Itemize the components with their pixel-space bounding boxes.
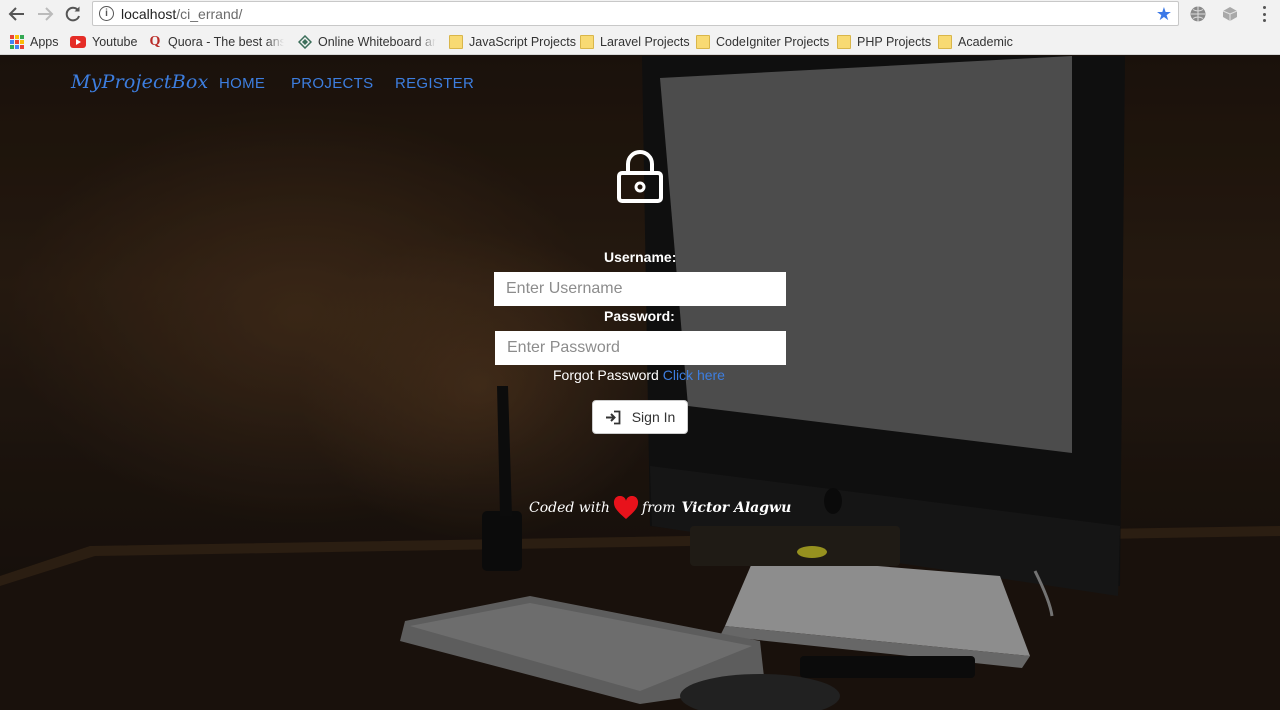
- quora-icon: Q: [149, 33, 161, 49]
- bookmark-label: Apps: [30, 34, 59, 49]
- forgot-password-text: Forgot Password: [553, 367, 659, 383]
- extension-cube-icon[interactable]: [1221, 5, 1239, 23]
- credit-author: Victor Alagwu: [681, 500, 792, 516]
- login-page: MyProjectBox HOME PROJECTS REGISTER User…: [0, 56, 1280, 710]
- sign-in-label: Sign In: [631, 409, 676, 425]
- credit-middle: from: [641, 500, 676, 516]
- folder-icon: [696, 34, 710, 49]
- bookmarks-bar: Apps Youtube Q Quora - The best answ Onl…: [0, 28, 1280, 55]
- folder-icon: [580, 34, 594, 49]
- back-button[interactable]: [6, 3, 28, 25]
- forward-arrow-icon: [38, 7, 54, 21]
- bookmark-label: Laravel Projects: [600, 34, 690, 49]
- bookmark-label: Academic: [958, 34, 1013, 49]
- url-path: /ci_errand/: [176, 6, 243, 22]
- forward-button[interactable]: [34, 3, 56, 25]
- nav-home-link[interactable]: HOME: [219, 75, 265, 92]
- apps-icon: [10, 34, 24, 49]
- username-input[interactable]: [494, 272, 786, 306]
- credit-prefix: Coded with: [529, 500, 610, 516]
- bookmark-label: CodeIgniter Projects: [716, 34, 830, 49]
- bookmark-star-icon[interactable]: ★: [1156, 4, 1172, 24]
- bookmark-label: Youtube: [92, 34, 138, 49]
- folder-icon: [938, 34, 952, 49]
- bookmark-label: JavaScript Projects: [469, 34, 576, 49]
- bookmark-label: Online Whiteboard an: [318, 34, 436, 49]
- sign-in-icon: [605, 410, 621, 424]
- address-bar[interactable]: i localhost/ci_errand/ ★: [92, 1, 1179, 26]
- sign-in-button[interactable]: Sign In: [592, 400, 688, 434]
- bookmark-label: Quora - The best answ: [168, 34, 284, 49]
- bookmark-whiteboard[interactable]: Online Whiteboard an: [298, 33, 436, 50]
- url-text: localhost/ci_errand/: [121, 6, 242, 22]
- extension-globe-icon[interactable]: [1189, 5, 1207, 23]
- forgot-password-row: Forgot Password Click here: [553, 367, 725, 383]
- bookmark-folder-codeigniter[interactable]: CodeIgniter Projects: [696, 33, 829, 50]
- nav-projects-link[interactable]: PROJECTS: [291, 75, 373, 92]
- info-icon[interactable]: i: [99, 6, 114, 21]
- bookmark-folder-javascript[interactable]: JavaScript Projects: [449, 33, 576, 50]
- brand-logo[interactable]: MyProjectBox: [71, 71, 208, 93]
- username-label: Username:: [604, 249, 677, 265]
- bookmark-apps[interactable]: Apps: [10, 33, 59, 50]
- browser-menu-icon[interactable]: [1259, 4, 1269, 24]
- nav-register-link[interactable]: REGISTER: [395, 75, 474, 92]
- reload-icon: [65, 6, 80, 22]
- folder-icon: [837, 34, 851, 49]
- back-arrow-icon: [8, 7, 24, 21]
- browser-toolbar: i localhost/ci_errand/ ★: [0, 0, 1280, 28]
- heart-icon: [613, 496, 638, 519]
- credit-line: Coded with from Victor Alagwu: [529, 496, 791, 520]
- bookmark-quora[interactable]: Q Quora - The best answ: [148, 33, 284, 50]
- bookmark-folder-academic[interactable]: Academic: [938, 33, 1013, 50]
- bookmark-youtube[interactable]: Youtube: [70, 33, 137, 50]
- reload-button[interactable]: [62, 3, 84, 25]
- password-input[interactable]: [495, 331, 786, 365]
- bookmark-label: PHP Projects: [857, 34, 932, 49]
- bookmark-folder-php[interactable]: PHP Projects: [837, 33, 931, 50]
- bookmark-folder-laravel[interactable]: Laravel Projects: [580, 33, 690, 50]
- lock-icon: [617, 150, 663, 203]
- url-host: localhost: [121, 6, 177, 22]
- youtube-icon: [70, 35, 86, 48]
- whiteboard-icon: [298, 34, 312, 49]
- folder-icon: [449, 34, 463, 49]
- password-label: Password:: [604, 308, 675, 324]
- forgot-password-link[interactable]: Click here: [663, 367, 725, 383]
